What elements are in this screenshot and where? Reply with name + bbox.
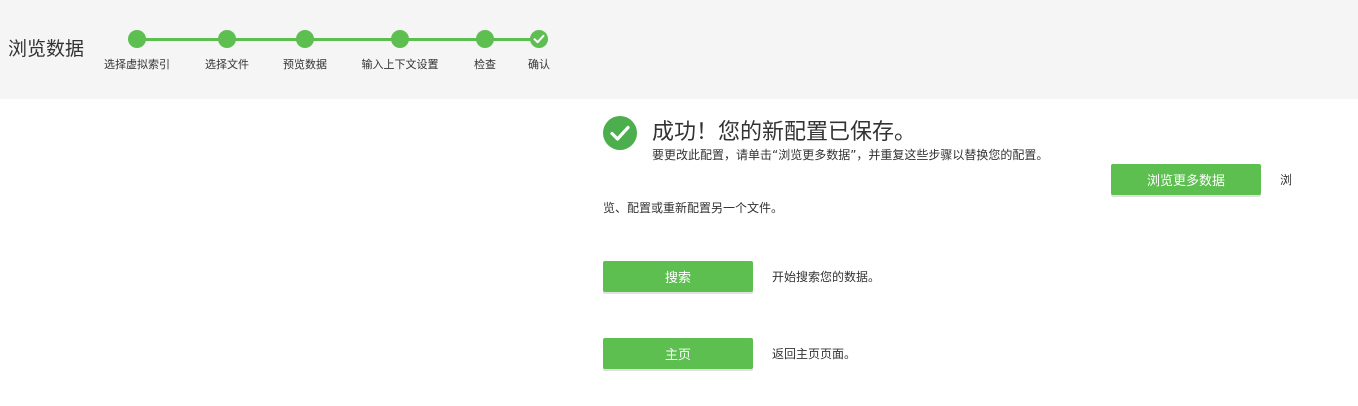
search-button[interactable]: 搜索 xyxy=(603,261,753,292)
browse-more-description-line1: 浏 xyxy=(1280,173,1293,187)
search-description: 开始搜索您的数据。 xyxy=(772,270,881,284)
wizard-step-label-5: 检查 xyxy=(474,58,496,71)
home-button[interactable]: 主页 xyxy=(603,338,753,369)
home-description: 返回主页页面。 xyxy=(772,347,857,361)
wizard-step-label-2: 选择文件 xyxy=(205,58,249,71)
success-title: 成功！您的新配置已保存。 xyxy=(652,120,917,145)
wizard-step-dot-6 xyxy=(530,30,548,48)
wizard-step-dot-2 xyxy=(218,30,236,48)
wizard-step-label-1: 选择虚拟索引 xyxy=(104,58,170,71)
header-bar: 浏览数据 选择虚拟索引 选择文件 预览数据 输入上下文设置 检查 确认 xyxy=(0,0,1358,99)
browse-more-data-button[interactable]: 浏览更多数据 xyxy=(1111,164,1261,195)
browse-more-description-line2: 览、配置或重新配置另一个文件。 xyxy=(603,201,784,215)
check-icon xyxy=(533,34,545,44)
wizard-step-dot-3 xyxy=(296,30,314,48)
wizard-step-dot-1 xyxy=(128,30,146,48)
check-circle-icon xyxy=(603,116,637,150)
wizard-steps: 选择虚拟索引 选择文件 预览数据 输入上下文设置 检查 确认 xyxy=(0,0,600,99)
success-description: 要更改此配置，请单击“浏览更多数据”，并重复这些步骤以替换您的配置。 xyxy=(652,148,1049,162)
wizard-step-dot-4 xyxy=(391,30,409,48)
wizard-step-dot-5 xyxy=(476,30,494,48)
wizard-step-label-3: 预览数据 xyxy=(283,58,327,71)
wizard-step-label-4: 输入上下文设置 xyxy=(361,58,439,71)
wizard-step-label-6: 确认 xyxy=(528,58,550,71)
